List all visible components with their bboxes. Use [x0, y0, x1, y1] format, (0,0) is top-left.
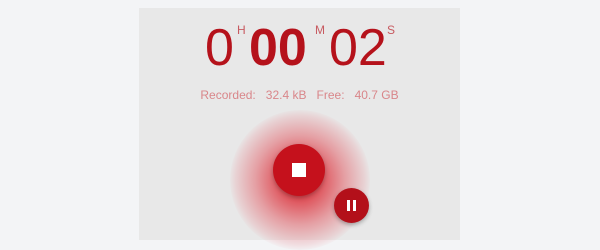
elapsed-timer: 0 H 00 M 02 S	[139, 8, 460, 88]
pause-recording-button[interactable]	[334, 188, 369, 223]
timer-hours-unit: H	[237, 23, 246, 37]
free-value: 40.7 GB	[354, 88, 399, 102]
recorded-label: Recorded:	[200, 88, 256, 102]
free-label: Free:	[316, 88, 345, 102]
timer-seconds-unit: S	[387, 23, 396, 37]
timer-hours: 0	[205, 19, 234, 77]
timer-seconds: 02	[329, 19, 387, 77]
timer-minutes-unit: M	[315, 23, 325, 37]
stop-icon	[292, 163, 306, 177]
pause-bar-right	[353, 200, 356, 211]
recorder-screen: 0 H 00 M 02 S Recorded: 32.4 kB Free: 40…	[139, 8, 460, 250]
pause-bar-left	[347, 200, 350, 211]
stop-recording-button[interactable]	[273, 144, 325, 196]
timer-minutes: 00	[249, 19, 307, 77]
storage-status: Recorded: 32.4 kB Free: 40.7 GB	[139, 88, 460, 102]
screenshot-frame: 0 H 00 M 02 S Recorded: 32.4 kB Free: 40…	[0, 0, 600, 250]
recorded-value: 32.4 kB	[265, 88, 307, 102]
